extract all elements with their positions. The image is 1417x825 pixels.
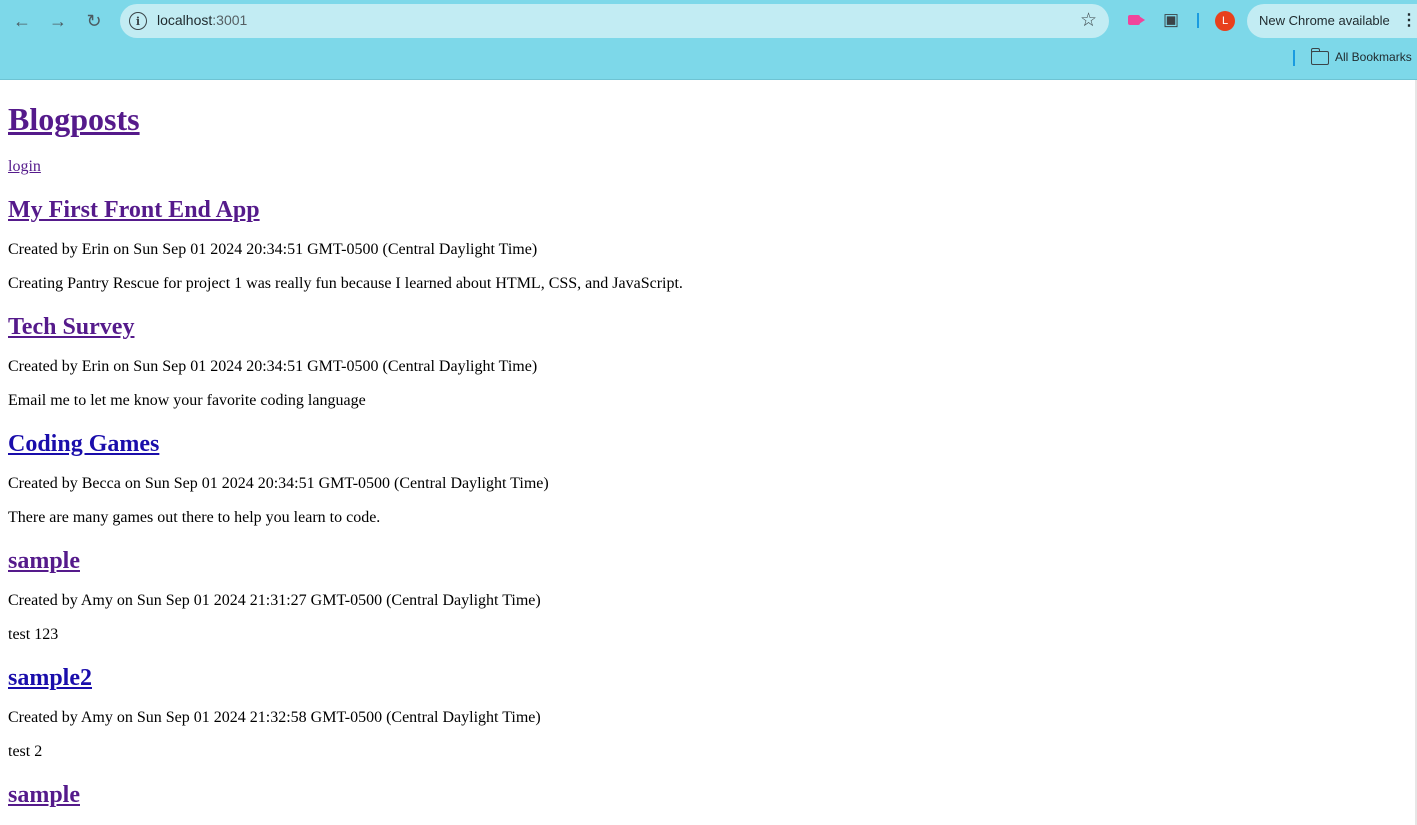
post-title-link[interactable]: sample: [8, 548, 80, 574]
puzzle-icon: ▣: [1162, 10, 1180, 29]
post: Tech Survey Created by Erin on Sun Sep 0…: [8, 313, 1408, 410]
login-link[interactable]: login: [8, 158, 41, 175]
post: sample: [8, 781, 1408, 809]
post-meta: Created by Erin on Sun Sep 01 2024 20:34…: [8, 241, 538, 258]
post-meta: Created by Becca on Sun Sep 01 2024 20:3…: [8, 475, 549, 492]
post: My First Front End App Created by Erin o…: [8, 196, 1408, 293]
post-meta: Created by Erin on Sun Sep 01 2024 20:34…: [8, 358, 538, 375]
all-bookmarks-button[interactable]: All Bookmarks: [1335, 50, 1412, 64]
post-title: My First Front End App: [8, 196, 1408, 224]
profile-avatar[interactable]: L: [1215, 11, 1235, 31]
folder-icon: [1310, 48, 1329, 65]
post: Coding Games Created by Becca on Sun Sep…: [8, 430, 1408, 527]
post-meta: Created by Amy on Sun Sep 01 2024 21:31:…: [8, 592, 541, 609]
bookmark-star-icon[interactable]: ☆: [1080, 9, 1097, 32]
post-meta: Created by Amy on Sun Sep 01 2024 21:32:…: [8, 709, 541, 726]
post-body: There are many games out there to help y…: [8, 509, 381, 526]
post-title: sample2: [8, 664, 1408, 692]
post-title: Coding Games: [8, 430, 1408, 458]
post-title-link[interactable]: My First Front End App: [8, 197, 260, 223]
reload-icon: ↻: [86, 10, 102, 31]
post: sample2 Created by Amy on Sun Sep 01 202…: [8, 664, 1408, 761]
page-content: Blogposts login My First Front End App C…: [8, 80, 1408, 809]
bookmarks-divider: [1293, 50, 1295, 66]
extension-button[interactable]: [1124, 10, 1145, 30]
video-extension-icon: [1128, 15, 1145, 25]
update-chrome-button[interactable]: New Chrome available: [1247, 4, 1417, 38]
update-chrome-label: New Chrome available: [1259, 13, 1390, 28]
post-title: sample: [8, 547, 1408, 575]
url-text[interactable]: localhost:3001: [157, 12, 247, 28]
extensions-menu-button[interactable]: ▣: [1161, 10, 1181, 30]
site-info-icon[interactable]: i: [129, 12, 147, 30]
forward-button[interactable]: →: [44, 7, 72, 35]
arrow-right-icon: →: [49, 10, 67, 31]
back-button[interactable]: ←: [8, 7, 36, 35]
url-port: :3001: [212, 12, 248, 28]
post-title-link[interactable]: sample: [8, 782, 80, 808]
post-body: Creating Pantry Rescue for project 1 was…: [8, 275, 683, 292]
address-bar[interactable]: i localhost:3001 ☆: [120, 4, 1109, 38]
blogposts-link[interactable]: Blogposts: [8, 101, 140, 137]
post-body: test 2: [8, 743, 43, 760]
toolbar-divider: [1197, 13, 1199, 28]
page-title: Blogposts: [8, 99, 1408, 139]
post-title-link[interactable]: Tech Survey: [8, 314, 134, 340]
post: sample Created by Amy on Sun Sep 01 2024…: [8, 547, 1408, 644]
reload-button[interactable]: ↻: [80, 7, 108, 35]
post-title: Tech Survey: [8, 313, 1408, 341]
login-line: login: [8, 157, 1408, 176]
post-title-link[interactable]: Coding Games: [8, 431, 159, 457]
post-body: test 123: [8, 626, 59, 643]
post-title: sample: [8, 781, 1408, 809]
post-body: Email me to let me know your favorite co…: [8, 392, 366, 409]
more-menu-icon[interactable]: ⋮: [1401, 11, 1417, 31]
arrow-left-icon: ←: [13, 10, 31, 31]
url-host: localhost: [157, 12, 213, 28]
post-title-link[interactable]: sample2: [8, 665, 92, 691]
browser-toolbar: ← → ↻ i localhost:3001 ☆ ▣ L New Chrome …: [0, 0, 1417, 80]
